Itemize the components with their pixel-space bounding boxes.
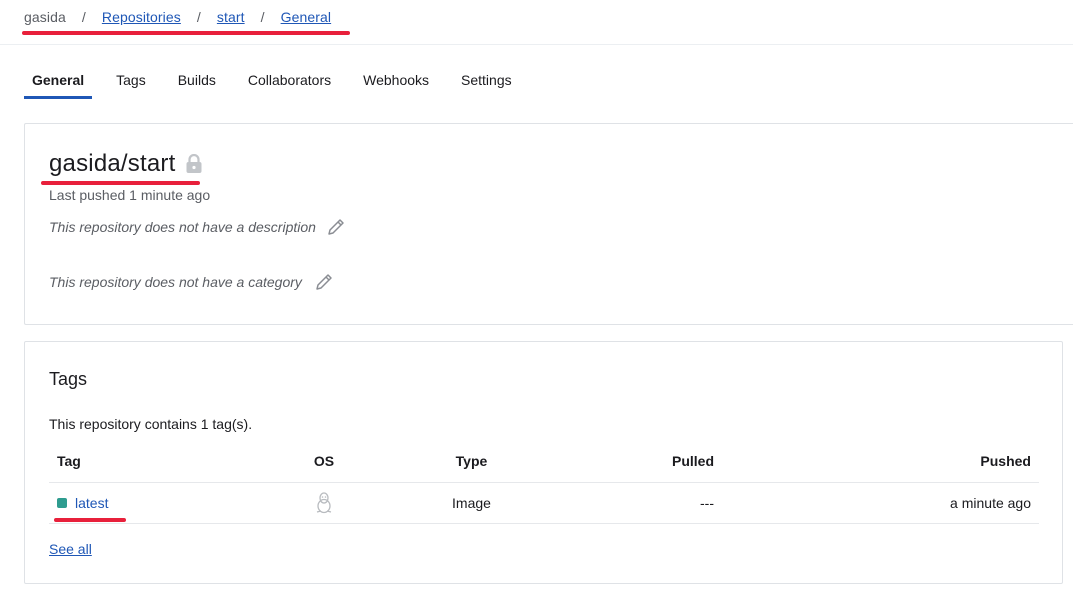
tags-card-title: Tags [49,369,88,389]
breadcrumb-repositories-link[interactable]: Repositories [102,9,181,25]
tab-builds[interactable]: Builds [170,72,224,99]
tag-cell: latest [49,482,279,524]
see-all-link[interactable]: See all [49,541,92,557]
breadcrumb-separator: / [196,9,201,25]
annotation-underline-breadcrumb [22,31,350,35]
breadcrumb-namespace: gasida [24,9,66,25]
annotation-underline-tag [54,518,126,522]
tag-status-dot [57,497,67,508]
docker-hub-repo-page: gasida / Repositories / start / General … [0,0,1073,597]
repo-name: gasida/start [49,150,176,177]
table-row: latest Image --- a minute ago [49,482,1039,524]
annotation-underline-repo-name [41,181,200,185]
tags-table-header: Tag OS Type Pulled Pushed [49,441,1039,483]
linux-tux-icon [315,491,333,514]
tab-webhooks[interactable]: Webhooks [355,72,437,99]
tag-link-latest[interactable]: latest [75,495,108,511]
description-text: This repository does not have a descript… [49,219,316,235]
type-cell: Image [369,482,574,524]
tab-general[interactable]: General [24,72,93,99]
lock-icon [185,154,203,174]
pulled-cell: --- [574,482,728,524]
breadcrumb-general-link[interactable]: General [281,9,332,25]
column-header-pulled: Pulled [574,441,728,483]
repo-title-row: gasida/start [49,150,203,178]
column-header-type: Type [369,441,574,483]
category-text: This repository does not have a category [49,274,302,290]
column-header-os: OS [279,441,369,483]
pushed-cell: a minute ago [728,482,1039,524]
os-cell [279,482,369,524]
description-row: This repository does not have a descript… [49,217,346,237]
column-header-tag: Tag [49,441,279,483]
edit-description-pencil-icon[interactable] [326,217,346,237]
breadcrumb-separator: / [81,9,86,25]
header-divider [0,44,1073,45]
tab-settings[interactable]: Settings [453,72,520,99]
breadcrumb-separator: / [260,9,265,25]
breadcrumb-repo-link[interactable]: start [217,9,245,25]
edit-category-pencil-icon[interactable] [314,272,334,292]
tags-count-text: This repository contains 1 tag(s). [49,416,253,432]
category-row: This repository does not have a category [49,272,334,292]
tags-table: Tag OS Type Pulled Pushed latest Image -… [49,441,1039,524]
column-header-pushed: Pushed [728,441,1039,483]
repo-tabs: General Tags Builds Collaborators Webhoo… [24,72,536,99]
tab-tags[interactable]: Tags [108,72,154,99]
tab-collaborators[interactable]: Collaborators [240,72,339,99]
last-pushed-text: Last pushed 1 minute ago [49,187,211,203]
tags-card: Tags This repository contains 1 tag(s). … [24,341,1063,584]
breadcrumb: gasida / Repositories / start / General [24,9,331,25]
repo-info-card: gasida/start Last pushed 1 minute ago Th… [24,123,1073,325]
